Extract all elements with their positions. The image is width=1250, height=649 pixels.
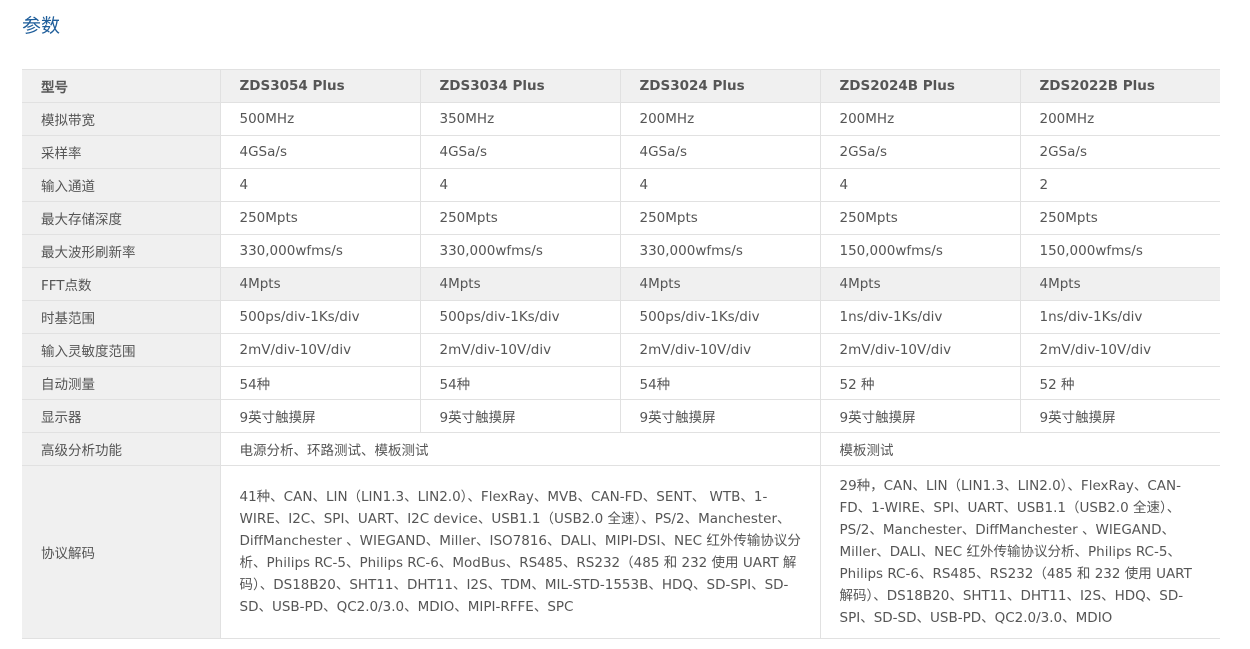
table-cell: 9英寸触摸屏 bbox=[219, 399, 420, 433]
row-label: 自动测量 bbox=[22, 366, 220, 400]
header-cell: ZDS3034 Plus bbox=[419, 69, 620, 103]
table-cell: 250Mpts bbox=[819, 201, 1020, 235]
table-row: 模拟带宽 500MHz 350MHz 200MHz 200MHz 200MHz bbox=[22, 102, 1220, 136]
row-label: 采样率 bbox=[22, 135, 220, 169]
table-row: 输入灵敏度范围 2mV/div-10V/div 2mV/div-10V/div … bbox=[22, 333, 1220, 367]
row-label: FFT点数 bbox=[22, 267, 220, 301]
table-row: 最大存储深度 250Mpts 250Mpts 250Mpts 250Mpts 2… bbox=[22, 201, 1220, 235]
analysis-cell-zds2000: 模板测试 bbox=[819, 432, 1220, 466]
table-cell: 4GSa/s bbox=[619, 135, 820, 169]
table-header-row: 型号 ZDS3054 Plus ZDS3034 Plus ZDS3024 Plu… bbox=[22, 69, 1220, 103]
table-row: 采样率 4GSa/s 4GSa/s 4GSa/s 2GSa/s 2GSa/s bbox=[22, 135, 1220, 169]
table-row: FFT点数 4Mpts 4Mpts 4Mpts 4Mpts 4Mpts bbox=[22, 267, 1220, 301]
table-cell: 52 种 bbox=[1019, 366, 1220, 400]
table-cell: 330,000wfms/s bbox=[219, 234, 420, 268]
table-cell: 200MHz bbox=[1019, 102, 1220, 136]
table-cell: 2GSa/s bbox=[819, 135, 1020, 169]
decode-cell-zds3000: 41种、CAN、LIN（LIN1.3、LIN2.0）、FlexRay、MVB、C… bbox=[219, 465, 820, 639]
table-cell: 4 bbox=[819, 168, 1020, 202]
table-cell: 250Mpts bbox=[219, 201, 420, 235]
table-cell: 2mV/div-10V/div bbox=[619, 333, 820, 367]
table-row: 最大波形刷新率 330,000wfms/s 330,000wfms/s 330,… bbox=[22, 234, 1220, 268]
table-cell: 200MHz bbox=[819, 102, 1020, 136]
row-label: 输入灵敏度范围 bbox=[22, 333, 220, 367]
table-cell: 54种 bbox=[219, 366, 420, 400]
table-row: 自动测量 54种 54种 54种 52 种 52 种 bbox=[22, 366, 1220, 400]
table-cell: 150,000wfms/s bbox=[1019, 234, 1220, 268]
table-row: 显示器 9英寸触摸屏 9英寸触摸屏 9英寸触摸屏 9英寸触摸屏 9英寸触摸屏 bbox=[22, 399, 1220, 433]
table-cell: 4Mpts bbox=[1019, 267, 1220, 301]
table-cell: 52 种 bbox=[819, 366, 1020, 400]
table-cell: 9英寸触摸屏 bbox=[419, 399, 620, 433]
table-cell: 1ns/div-1Ks/div bbox=[1019, 300, 1220, 334]
table-cell: 250Mpts bbox=[619, 201, 820, 235]
table-cell: 2GSa/s bbox=[1019, 135, 1220, 169]
table-row-decode: 协议解码 41种、CAN、LIN（LIN1.3、LIN2.0）、FlexRay、… bbox=[22, 465, 1220, 639]
header-cell: ZDS2022B Plus bbox=[1019, 69, 1220, 103]
table-cell: 330,000wfms/s bbox=[619, 234, 820, 268]
table-cell: 4Mpts bbox=[419, 267, 620, 301]
table-cell: 4GSa/s bbox=[419, 135, 620, 169]
page-title: 参数 bbox=[22, 15, 61, 37]
table-cell: 4Mpts bbox=[619, 267, 820, 301]
table-cell: 1ns/div-1Ks/div bbox=[819, 300, 1020, 334]
table-cell: 500ps/div-1Ks/div bbox=[619, 300, 820, 334]
table-cell: 2 bbox=[1019, 168, 1220, 202]
table-cell: 200MHz bbox=[619, 102, 820, 136]
row-label: 显示器 bbox=[22, 399, 220, 433]
row-label: 输入通道 bbox=[22, 168, 220, 202]
table-cell: 4Mpts bbox=[219, 267, 420, 301]
table-cell: 4 bbox=[219, 168, 420, 202]
table-cell: 9英寸触摸屏 bbox=[1019, 399, 1220, 433]
table-cell: 2mV/div-10V/div bbox=[1019, 333, 1220, 367]
table-cell: 500ps/div-1Ks/div bbox=[419, 300, 620, 334]
header-cell: 型号 bbox=[22, 69, 220, 103]
table-cell: 350MHz bbox=[419, 102, 620, 136]
table-cell: 250Mpts bbox=[1019, 201, 1220, 235]
table-row: 时基范围 500ps/div-1Ks/div 500ps/div-1Ks/div… bbox=[22, 300, 1220, 334]
table-row-analysis: 高级分析功能 电源分析、环路测试、模板测试 模板测试 bbox=[22, 432, 1220, 466]
row-label: 高级分析功能 bbox=[22, 432, 220, 466]
table-cell: 2mV/div-10V/div bbox=[419, 333, 620, 367]
row-label: 协议解码 bbox=[22, 465, 220, 639]
table-cell: 9英寸触摸屏 bbox=[819, 399, 1020, 433]
table-cell: 250Mpts bbox=[419, 201, 620, 235]
header-cell: ZDS3024 Plus bbox=[619, 69, 820, 103]
table-cell: 54种 bbox=[619, 366, 820, 400]
row-label: 最大波形刷新率 bbox=[22, 234, 220, 268]
table-cell: 150,000wfms/s bbox=[819, 234, 1020, 268]
table-cell: 4Mpts bbox=[819, 267, 1020, 301]
table-cell: 4 bbox=[419, 168, 620, 202]
row-label: 模拟带宽 bbox=[22, 102, 220, 136]
table-cell: 4GSa/s bbox=[219, 135, 420, 169]
header-cell: ZDS2024B Plus bbox=[819, 69, 1020, 103]
row-label: 最大存储深度 bbox=[22, 201, 220, 235]
table-row: 输入通道 4 4 4 4 2 bbox=[22, 168, 1220, 202]
table-cell: 330,000wfms/s bbox=[419, 234, 620, 268]
spec-table: 型号 ZDS3054 Plus ZDS3034 Plus ZDS3024 Plu… bbox=[22, 69, 1220, 639]
decode-cell-zds2000: 29种，CAN、LIN（LIN1.3、LIN2.0）、FlexRay、CAN-F… bbox=[819, 465, 1220, 639]
table-cell: 500MHz bbox=[219, 102, 420, 136]
table-cell: 9英寸触摸屏 bbox=[619, 399, 820, 433]
table-cell: 2mV/div-10V/div bbox=[819, 333, 1020, 367]
table-cell: 2mV/div-10V/div bbox=[219, 333, 420, 367]
analysis-cell-zds3000: 电源分析、环路测试、模板测试 bbox=[219, 432, 820, 466]
row-label: 时基范围 bbox=[22, 300, 220, 334]
table-cell: 54种 bbox=[419, 366, 620, 400]
table-cell: 4 bbox=[619, 168, 820, 202]
header-cell: ZDS3054 Plus bbox=[219, 69, 420, 103]
table-cell: 500ps/div-1Ks/div bbox=[219, 300, 420, 334]
